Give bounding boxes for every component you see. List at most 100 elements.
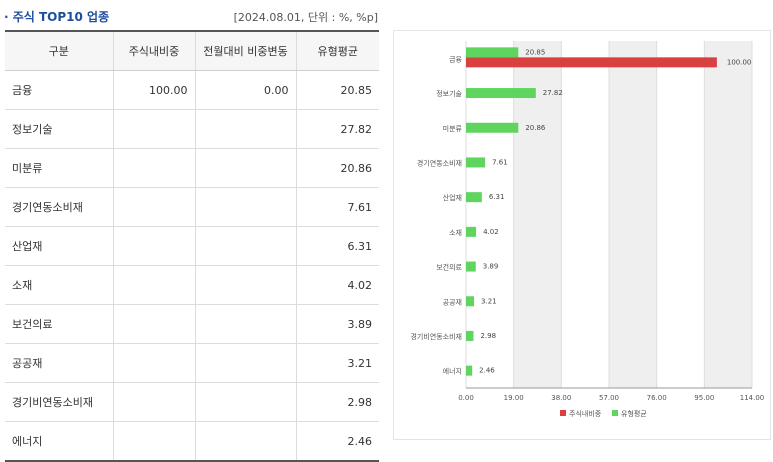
y-category-label: 경기연동소비재 bbox=[417, 158, 462, 167]
cell-category: 보건의료 bbox=[5, 304, 113, 344]
y-category-label: 경기비연동소비재 bbox=[410, 332, 462, 341]
table-row: 산업재 6.31 bbox=[5, 226, 379, 266]
cell-monthly-change bbox=[194, 421, 296, 462]
cell-category: 소재 bbox=[5, 265, 113, 305]
legend-swatch bbox=[560, 410, 566, 416]
cell-stock-weight bbox=[112, 226, 195, 266]
y-category-label: 미분류 bbox=[443, 124, 463, 133]
cell-monthly-change bbox=[194, 382, 296, 422]
bar-type-average bbox=[466, 296, 475, 307]
col-header-category: 구분 bbox=[5, 30, 113, 71]
cell-type-average: 7.61 bbox=[295, 187, 379, 227]
cell-type-average: 2.46 bbox=[295, 421, 379, 462]
legend-label: 주식내비중 bbox=[569, 409, 602, 418]
bar-type-average bbox=[466, 157, 486, 168]
data-label-type-average: 4.02 bbox=[483, 228, 499, 236]
data-label-type-average: 20.86 bbox=[525, 124, 546, 132]
cell-type-average: 2.98 bbox=[295, 382, 379, 422]
grid-band bbox=[609, 41, 657, 388]
data-label-type-average: 20.85 bbox=[525, 48, 545, 56]
x-tick-label: 38.00 bbox=[551, 394, 571, 402]
data-label-type-average: 27.82 bbox=[543, 89, 563, 97]
cell-monthly-change bbox=[194, 304, 296, 344]
cell-type-average: 27.82 bbox=[295, 109, 379, 149]
cell-type-average: 3.89 bbox=[295, 304, 379, 344]
cell-stock-weight bbox=[112, 382, 195, 422]
y-category-label: 산업재 bbox=[443, 193, 462, 202]
cell-monthly-change bbox=[194, 343, 296, 383]
unit-note: [2024.08.01, 단위 : %, %p] bbox=[233, 11, 378, 24]
table-row: 에너지 2.46 bbox=[5, 421, 379, 462]
data-label-type-average: 3.21 bbox=[481, 297, 497, 305]
cell-stock-weight bbox=[112, 187, 195, 227]
cell-category: 산업재 bbox=[5, 226, 113, 266]
bar-type-average bbox=[466, 192, 482, 203]
data-label-stock-weight: 100.00 bbox=[727, 58, 752, 66]
table-row: 정보기술 27.82 bbox=[5, 109, 379, 149]
cell-category: 경기연동소비재 bbox=[5, 187, 113, 227]
y-category-label: 에너지 bbox=[443, 367, 462, 376]
bar-stock-weight bbox=[466, 57, 717, 68]
x-tick-label: 114.00 bbox=[740, 394, 765, 402]
cell-monthly-change bbox=[194, 148, 296, 188]
grid-band bbox=[704, 41, 752, 388]
cell-category: 경기비연동소비재 bbox=[5, 382, 113, 422]
table-row: 보건의료 3.89 bbox=[5, 304, 379, 344]
cell-category: 정보기술 bbox=[5, 109, 113, 149]
table-row: 금융 100.00 0.00 20.85 bbox=[5, 70, 379, 110]
cell-category: 금융 bbox=[5, 70, 113, 110]
col-header-type-average: 유형평균 bbox=[295, 30, 379, 71]
x-tick-label: 76.00 bbox=[647, 394, 667, 402]
table-row: 공공재 3.21 bbox=[5, 343, 379, 383]
bar-type-average bbox=[466, 88, 536, 99]
x-tick-label: 57.00 bbox=[599, 394, 619, 402]
cell-type-average: 20.86 bbox=[295, 148, 379, 188]
bar-type-average bbox=[466, 330, 474, 341]
table-body: 금융 100.00 0.00 20.85 정보기술 27.82 미분류 20.86 경기연동소비… bbox=[5, 70, 379, 462]
cell-stock-weight bbox=[112, 343, 195, 383]
bar-type-average bbox=[466, 226, 477, 237]
section-title: · 주식 TOP10 업종 bbox=[4, 10, 110, 24]
data-label-type-average: 2.98 bbox=[480, 332, 496, 340]
col-header-monthly-change: 전월대비 비중변동 bbox=[194, 30, 296, 71]
cell-monthly-change bbox=[194, 226, 296, 266]
legend-swatch bbox=[612, 410, 618, 416]
cell-stock-weight bbox=[112, 265, 195, 305]
bar-type-average bbox=[466, 365, 473, 376]
bar-type-average bbox=[466, 261, 476, 272]
chart-panel: 0.00 19.00 38.00 57.00 76.00 95.00 114.00 금융 20.… bbox=[393, 30, 771, 440]
cell-type-average: 6.31 bbox=[295, 226, 379, 266]
cell-stock-weight bbox=[112, 421, 195, 462]
cell-monthly-change bbox=[194, 265, 296, 305]
cell-stock-weight bbox=[112, 109, 195, 149]
cell-category: 미분류 bbox=[5, 148, 113, 188]
x-tick-label: 19.00 bbox=[504, 394, 524, 402]
cell-category: 에너지 bbox=[5, 421, 113, 462]
cell-monthly-change bbox=[194, 187, 296, 227]
y-category-label: 보건의료 bbox=[436, 263, 462, 272]
cell-stock-weight bbox=[112, 148, 195, 188]
cell-category: 공공재 bbox=[5, 343, 113, 383]
x-tick-label: 95.00 bbox=[694, 394, 714, 402]
y-category-label: 정보기술 bbox=[436, 89, 462, 98]
bar-type-average bbox=[466, 47, 519, 58]
cell-stock-weight bbox=[112, 304, 195, 344]
sector-bar-chart: 0.00 19.00 38.00 57.00 76.00 95.00 114.00 금융 20.… bbox=[410, 41, 765, 418]
cell-monthly-change: 0.00 bbox=[194, 70, 296, 110]
table-row: 미분류 20.86 bbox=[5, 148, 379, 188]
section-header: · 주식 TOP10 업종 [2024.08.01, 단위 : %, %p] bbox=[0, 0, 380, 28]
data-label-type-average: 2.46 bbox=[479, 367, 495, 375]
table-row: 경기비연동소비재 2.98 bbox=[5, 382, 379, 422]
bar-type-average bbox=[466, 122, 519, 133]
cell-stock-weight: 100.00 bbox=[112, 70, 195, 110]
data-label-type-average: 6.31 bbox=[489, 193, 505, 201]
y-category-label: 소재 bbox=[449, 229, 462, 237]
cell-type-average: 3.21 bbox=[295, 343, 379, 383]
cell-type-average: 20.85 bbox=[295, 70, 379, 110]
sector-table: 구분 주식내비중 전월대비 비중변동 유형평균 금융 100.00 0.00 20.8… bbox=[5, 30, 379, 462]
table-header-row: 구분 주식내비중 전월대비 비중변동 유형평균 bbox=[5, 30, 379, 71]
x-tick-label: 0.00 bbox=[458, 394, 474, 402]
cell-type-average: 4.02 bbox=[295, 265, 379, 305]
table-row: 소재 4.02 bbox=[5, 265, 379, 305]
cell-monthly-change bbox=[194, 109, 296, 149]
